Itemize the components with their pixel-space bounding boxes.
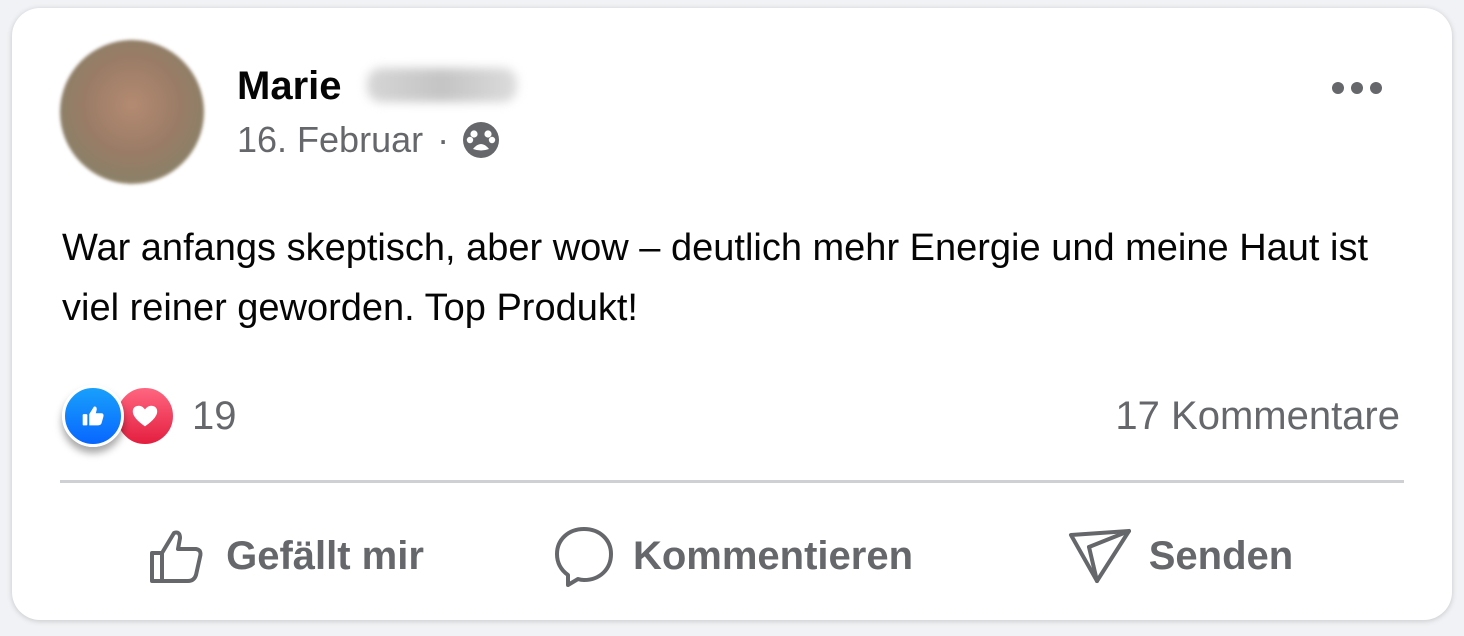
post-text: War anfangs skeptisch, aber wow – deutli… (62, 227, 1369, 329)
action-bar: Gefällt mir Kommentieren Senden (60, 506, 1404, 606)
like-button[interactable]: Gefällt mir (60, 508, 508, 604)
avatar[interactable] (60, 40, 204, 184)
reaction-count: 19 (192, 393, 237, 438)
post-card: Marie 16. Februar · War anfangs skeptisc… (12, 8, 1452, 620)
author-name[interactable]: Marie (237, 64, 342, 108)
more-options-icon[interactable] (1330, 74, 1384, 102)
comment-count-link[interactable]: 17 Kommentare (1115, 392, 1400, 440)
send-icon (1068, 529, 1131, 583)
comment-button-label: Kommentieren (632, 533, 914, 578)
friends-audience-icon[interactable] (461, 120, 501, 160)
post-meta: 16. Februar · (237, 120, 501, 160)
speech-bubble-icon (554, 527, 613, 587)
post-date[interactable]: 16. Februar (237, 120, 423, 160)
blurred-surname (367, 68, 517, 102)
like-reaction-icon (62, 385, 124, 447)
share-button-label: Senden (1148, 533, 1294, 578)
meta-separator: · (437, 119, 450, 160)
share-button[interactable]: Senden (956, 508, 1404, 604)
comment-button[interactable]: Kommentieren (508, 508, 956, 604)
reactions-summary[interactable]: 19 (62, 385, 237, 447)
thumbs-up-icon (150, 530, 203, 583)
divider (60, 480, 1404, 483)
like-button-label: Gefällt mir (226, 533, 424, 578)
